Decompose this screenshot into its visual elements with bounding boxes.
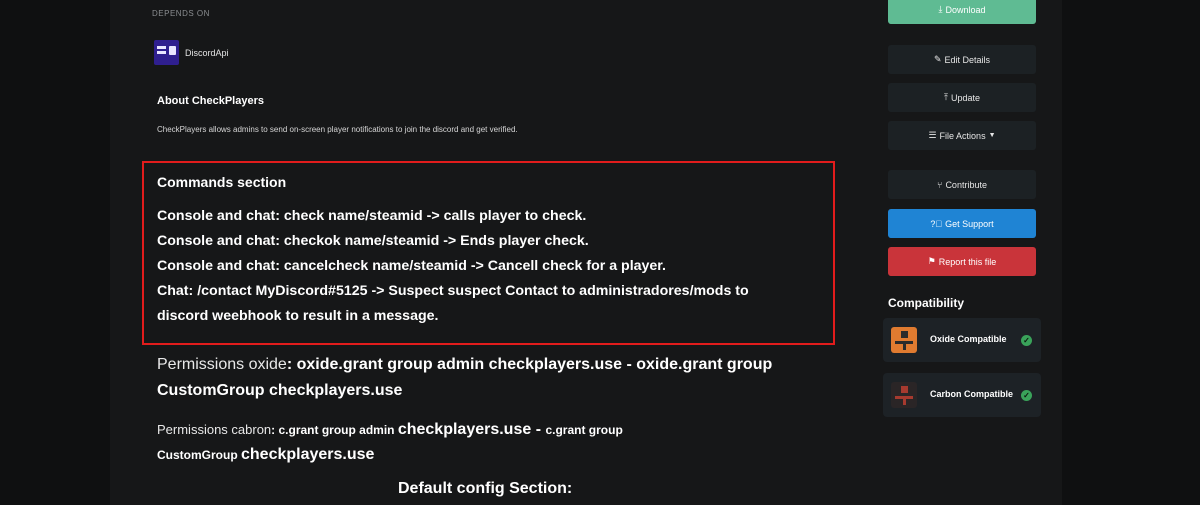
permissions-carbon-text: CustomGroup: [157, 448, 241, 462]
download-icon: ⤓: [938, 4, 943, 14]
list-icon: ☰: [928, 130, 937, 140]
command-line: discord weebhook to result in a message.: [157, 308, 439, 324]
dependency-item[interactable]: DiscordApi: [154, 40, 229, 65]
contribute-button[interactable]: ⑂ Contribute: [888, 170, 1036, 199]
permissions-carbon-text: -: [531, 421, 546, 438]
discordapi-logo-icon: [154, 40, 179, 65]
file-actions-label: File Actions: [939, 130, 986, 141]
report-label: Report this file: [938, 256, 997, 267]
permissions-carbon-text: checkplayers.use: [241, 446, 375, 463]
command-line: Console and chat: check name/steamid -> …: [157, 208, 587, 224]
commands-title: Commands section: [157, 174, 287, 190]
permissions-carbon-text: : c.grant group admin: [271, 423, 398, 437]
dependency-name[interactable]: DiscordApi: [185, 48, 229, 58]
permissions-carbon-text: c.grant group: [545, 423, 623, 437]
download-label: Download: [945, 4, 986, 15]
download-button[interactable]: ⤓ Download: [888, 0, 1036, 24]
oxide-logo-icon: [891, 327, 917, 353]
default-config-title: Default config Section:: [398, 480, 573, 497]
permissions-carbon-text: checkplayers.use: [397, 421, 532, 438]
contribute-label: Contribute: [945, 179, 987, 190]
permissions-oxide-text: CustomGroup checkplayers.use: [157, 382, 403, 399]
permissions-carbon-line1: Permissions cabron: c.grant group admin …: [157, 421, 623, 439]
flag-icon: ⚑: [927, 256, 936, 266]
edit-details-button[interactable]: ✎ Edit Details: [888, 45, 1036, 74]
compat-card-carbon: Carbon Compatible ✓: [883, 373, 1041, 417]
check-icon: ✓: [1021, 390, 1032, 401]
update-button[interactable]: ⤒ Update: [888, 83, 1036, 112]
get-support-label: Get Support: [945, 218, 994, 229]
edit-details-label: Edit Details: [944, 54, 991, 65]
about-description: CheckPlayers allows admins to send on-sc…: [157, 125, 518, 134]
edit-icon: ✎: [933, 54, 942, 64]
compat-label: Oxide Compatible: [930, 334, 1007, 344]
report-button[interactable]: ⚑ Report this file: [888, 247, 1036, 276]
command-line: Console and chat: checkok name/steamid -…: [157, 233, 589, 249]
branch-icon: ⑂: [937, 179, 943, 190]
permissions-carbon-line2: CustomGroup checkplayers.use: [157, 446, 374, 464]
compat-card-oxide: Oxide Compatible ✓: [883, 318, 1041, 362]
about-title: About CheckPlayers: [157, 95, 264, 107]
compatibility-title: Compatibility: [888, 296, 965, 310]
file-actions-button[interactable]: ☰ File Actions ▼: [888, 121, 1036, 150]
upload-icon: ⤒: [943, 92, 948, 102]
command-line: Chat: /contact MyDiscord#5125 -> Suspect…: [157, 283, 749, 299]
permissions-carbon-label: Permissions cabron: [157, 422, 272, 437]
depends-on-label: DEPENDS ON: [152, 9, 210, 18]
compat-label: Carbon Compatible: [930, 389, 1014, 399]
command-line: Console and chat: cancelcheck name/steam…: [157, 258, 666, 274]
permissions-oxide-text: : oxide.grant group admin checkplayers.u…: [286, 356, 773, 373]
permissions-oxide-line1: Permissions oxide: oxide.grant group adm…: [157, 356, 772, 374]
caret-down-icon: ▼: [988, 132, 996, 139]
permissions-oxide-label: Permissions oxide: [157, 356, 287, 373]
carbon-logo-icon: [891, 382, 917, 408]
check-icon: ✓: [1021, 335, 1032, 346]
question-icon: ?⃝: [930, 218, 943, 229]
permissions-oxide-line2: CustomGroup checkplayers.use: [157, 382, 402, 400]
update-label: Update: [950, 92, 980, 103]
get-support-button[interactable]: ?⃝ Get Support: [888, 209, 1036, 238]
